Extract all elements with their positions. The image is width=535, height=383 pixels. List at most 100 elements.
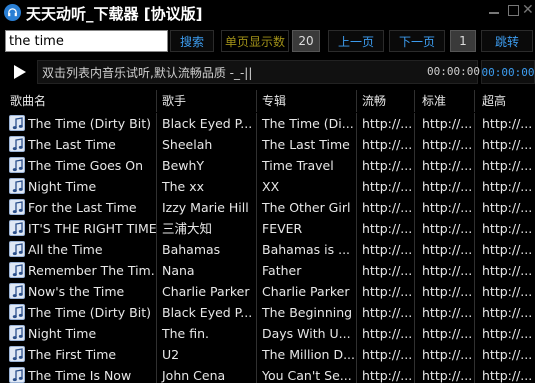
next-page-button[interactable]: 下一页 xyxy=(389,30,445,52)
cell-song-title: The Time (Dirty Bit) xyxy=(0,113,157,134)
cell-album: FEVER xyxy=(258,218,357,239)
cell-song-title: Night Time xyxy=(0,323,157,344)
cell-artist: The xx xyxy=(158,176,257,197)
cell-song-title: The Last Time xyxy=(0,134,157,155)
cell-smooth-url: http://... xyxy=(358,176,415,197)
column-header-smooth[interactable]: 流畅 xyxy=(358,90,415,112)
cell-standard-url: http://... xyxy=(418,197,475,218)
cell-standard-url: http://... xyxy=(418,155,475,176)
table-row[interactable]: The Time Is Now John Cena You Can't Se... h… xyxy=(0,365,535,383)
cell-smooth-url: http://... xyxy=(358,134,415,155)
column-header-album[interactable]: 专辑 xyxy=(258,90,357,112)
cell-smooth-url: http://... xyxy=(358,197,415,218)
table-row[interactable]: All the Time Bahamas Bahamas is ... http://… xyxy=(0,239,535,260)
cell-high-url: http://... xyxy=(482,326,533,341)
current-time: 00:00:00 xyxy=(427,65,480,78)
cell-artist: 三浦大知 xyxy=(158,218,257,239)
headphones-icon xyxy=(4,4,21,21)
cell-standard-url: http://... xyxy=(418,344,475,365)
column-header-song[interactable]: 歌曲名 xyxy=(0,90,157,112)
table-header: 歌曲名 歌手 专辑 流畅 标准 超高 xyxy=(0,90,535,112)
cell-high-url: http://... xyxy=(482,347,533,362)
cell-song-title: All the Time xyxy=(0,239,157,260)
cell-standard-url: http://... xyxy=(418,218,475,239)
table-row[interactable]: Night Time The xx XX http://... http://... ht… xyxy=(0,176,535,197)
cell-standard-url: http://... xyxy=(418,281,475,302)
search-input[interactable] xyxy=(5,30,168,52)
table-row[interactable]: Night Time The fin. Days With U... http://.… xyxy=(0,323,535,344)
cell-high-url: http://... xyxy=(482,242,533,257)
window-title: 天天动听_下载器 [协议版] xyxy=(26,5,203,23)
table-row[interactable]: The Last Time Sheelah The Last Time http://… xyxy=(0,134,535,155)
cell-smooth-url: http://... xyxy=(358,113,415,134)
cell-high-url: http://... xyxy=(482,116,533,131)
cell-artist: Sheelah xyxy=(158,134,257,155)
cell-artist: The fin. xyxy=(158,323,257,344)
cell-artist: Black Eyed P... xyxy=(158,302,257,323)
cell-smooth-url: http://... xyxy=(358,260,415,281)
minimize-icon[interactable] xyxy=(487,2,503,18)
column-header-artist[interactable]: 歌手 xyxy=(158,90,257,112)
cell-high-url: http://... xyxy=(482,179,533,194)
table-row[interactable]: The Time Goes On BewhY Time Travel http://.… xyxy=(0,155,535,176)
song-table: 歌曲名 歌手 专辑 流畅 标准 超高 The Time (Dirty Bit) B… xyxy=(0,90,535,383)
cell-song-title: The Time Is Now xyxy=(0,365,157,383)
cell-album: The Beginning xyxy=(258,302,357,323)
play-icon[interactable] xyxy=(6,60,34,84)
table-row[interactable]: The Time (Dirty Bit) Black Eyed P... The T… xyxy=(0,113,535,134)
table-row[interactable]: The First Time U2 The Million D... http://.… xyxy=(0,344,535,365)
cell-smooth-url: http://... xyxy=(358,323,415,344)
cell-album: Time Travel xyxy=(258,155,357,176)
cell-artist: Nana xyxy=(158,260,257,281)
cell-high-url: http://... xyxy=(482,200,533,215)
cell-song-title: IT'S THE RIGHT TIME xyxy=(0,218,157,239)
cell-album: The Million D... xyxy=(258,344,357,365)
cell-high-url: http://... xyxy=(482,221,533,236)
table-row[interactable]: Remember The Tim... Nana Father http://... h… xyxy=(0,260,535,281)
close-icon[interactable]: ✕ xyxy=(522,2,535,18)
maximize-icon[interactable] xyxy=(506,2,522,18)
cell-song-title: Now's the Time xyxy=(0,281,157,302)
cell-album: The Time (Di... xyxy=(258,113,357,134)
toolbar: 搜索 单页显示数 20 上一页 下一页 1 跳转 xyxy=(0,28,535,56)
page-number-field[interactable]: 1 xyxy=(450,30,476,52)
per-page-label: 单页显示数 xyxy=(221,30,289,52)
table-row[interactable]: Now's the Time Charlie Parker Charlie Park… xyxy=(0,281,535,302)
column-header-high[interactable]: 超高 xyxy=(478,90,535,112)
cell-standard-url: http://... xyxy=(418,365,475,383)
cell-album: The Other Girl xyxy=(258,197,357,218)
cell-artist: Bahamas xyxy=(158,239,257,260)
status-text: 双击列表内音乐试听,默认流畅品质 -_-|| xyxy=(42,66,253,80)
cell-album: You Can't Se... xyxy=(258,365,357,383)
cell-album: XX xyxy=(258,176,357,197)
cell-standard-url: http://... xyxy=(418,176,475,197)
search-button[interactable]: 搜索 xyxy=(170,30,214,52)
cell-smooth-url: http://... xyxy=(358,281,415,302)
cell-song-title: The Time (Dirty Bit) xyxy=(0,302,157,323)
cell-standard-url: http://... xyxy=(418,134,475,155)
status-box: 双击列表内音乐试听,默认流畅品质 -_-|| 00:00:00 xyxy=(37,60,480,84)
table-row[interactable]: For the Last Time Izzy Marie Hill The Othe… xyxy=(0,197,535,218)
cell-artist: John Cena xyxy=(158,365,257,383)
jump-button[interactable]: 跳转 xyxy=(481,30,533,52)
per-page-field[interactable]: 20 xyxy=(292,30,320,52)
cell-artist: Charlie Parker xyxy=(158,281,257,302)
cell-album: Days With U... xyxy=(258,323,357,344)
cell-standard-url: http://... xyxy=(418,113,475,134)
cell-artist: Black Eyed P... xyxy=(158,113,257,134)
cell-high-url: http://... xyxy=(482,284,533,299)
cell-song-title: Remember The Tim... xyxy=(0,260,157,281)
cell-song-title: Night Time xyxy=(0,176,157,197)
cell-smooth-url: http://... xyxy=(358,155,415,176)
prev-page-button[interactable]: 上一页 xyxy=(328,30,384,52)
cell-high-url: http://... xyxy=(482,368,533,383)
cell-standard-url: http://... xyxy=(418,239,475,260)
column-header-standard[interactable]: 标准 xyxy=(418,90,475,112)
player-bar: 双击列表内音乐试听,默认流畅品质 -_-|| 00:00:00 00:00:00 xyxy=(0,58,535,86)
cell-album: Father xyxy=(258,260,357,281)
cell-high-url: http://... xyxy=(482,263,533,278)
table-row[interactable]: The Time (Dirty Bit) Black Eyed P... The B… xyxy=(0,302,535,323)
cell-smooth-url: http://... xyxy=(358,344,415,365)
cell-smooth-url: http://... xyxy=(358,302,415,323)
table-row[interactable]: IT'S THE RIGHT TIME 三浦大知 FEVER http://... ht… xyxy=(0,218,535,239)
